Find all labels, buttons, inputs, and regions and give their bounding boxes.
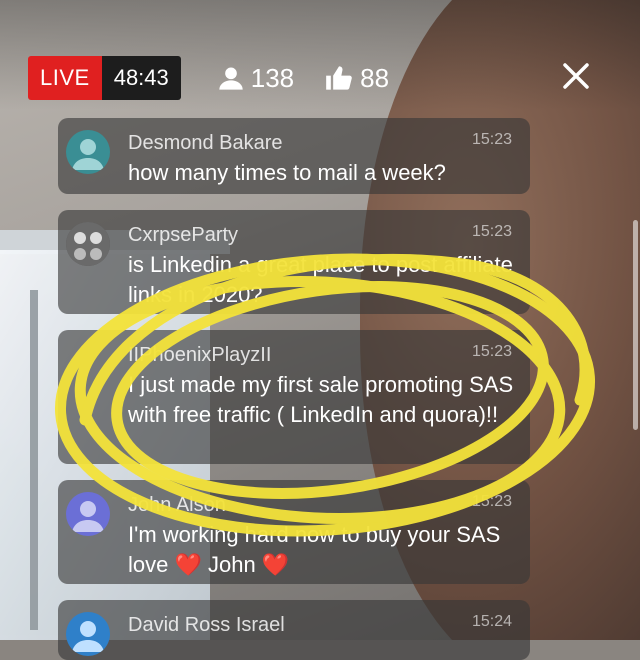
- user-silhouette-icon: [72, 139, 104, 170]
- viewer-count: 138: [217, 63, 294, 94]
- close-icon[interactable]: [560, 60, 592, 92]
- group-photo-icon: [66, 222, 110, 266]
- message-text: I'm working hard now to buy your SAS lov…: [128, 522, 501, 577]
- message-author: IIPhoenixPlayzII: [128, 344, 272, 366]
- message-time: 15:23: [471, 493, 512, 510]
- user-silhouette-icon: [72, 501, 104, 532]
- message-text: how many times to mail a week?: [128, 160, 446, 185]
- message-time: 15:24: [471, 613, 512, 630]
- chat-message: Desmond Bakare 15:23 how many times to m…: [58, 118, 530, 194]
- like-count[interactable]: 88: [324, 63, 389, 94]
- avatar: [66, 342, 110, 386]
- message-text: I just made my first sale promoting SAS …: [128, 372, 514, 427]
- like-count-value: 88: [360, 62, 390, 93]
- stream-header: LIVE 48:43 138 88: [28, 56, 389, 100]
- live-elapsed-time: 48:43: [101, 56, 181, 100]
- message-author: David Ross Israel: [128, 614, 285, 636]
- message-time: 15:23: [471, 131, 512, 148]
- message-time: 15:23: [471, 343, 512, 360]
- message-author: John Alson: [128, 494, 226, 516]
- message-author: CxrpseParty: [128, 224, 239, 246]
- viewer-count-value: 138: [250, 62, 295, 93]
- live-label: LIVE: [28, 56, 102, 100]
- avatar: [66, 130, 110, 174]
- message-author: Desmond Bakare: [128, 132, 283, 154]
- live-badge: LIVE 48:43: [28, 56, 181, 100]
- avatar: [66, 492, 110, 536]
- message-time: 15:23: [471, 223, 512, 240]
- chat-message: David Ross Israel 15:24: [58, 600, 530, 660]
- chat-message: John Alson 15:23 I'm working hard now to…: [58, 480, 530, 584]
- person-icon: [219, 67, 243, 90]
- chat-scrollbar[interactable]: [633, 220, 638, 430]
- avatar: [66, 612, 110, 656]
- thumbs-up-icon: [326, 66, 352, 90]
- chat-message: IIPhoenixPlayzII 15:23 I just made my fi…: [58, 330, 530, 464]
- avatar: [66, 222, 110, 266]
- user-silhouette-icon: [72, 621, 104, 652]
- message-text: is Linkedin a great place to post affili…: [128, 252, 513, 307]
- chat-message: CxrpseParty 15:23 is Linkedin a great pl…: [58, 210, 530, 314]
